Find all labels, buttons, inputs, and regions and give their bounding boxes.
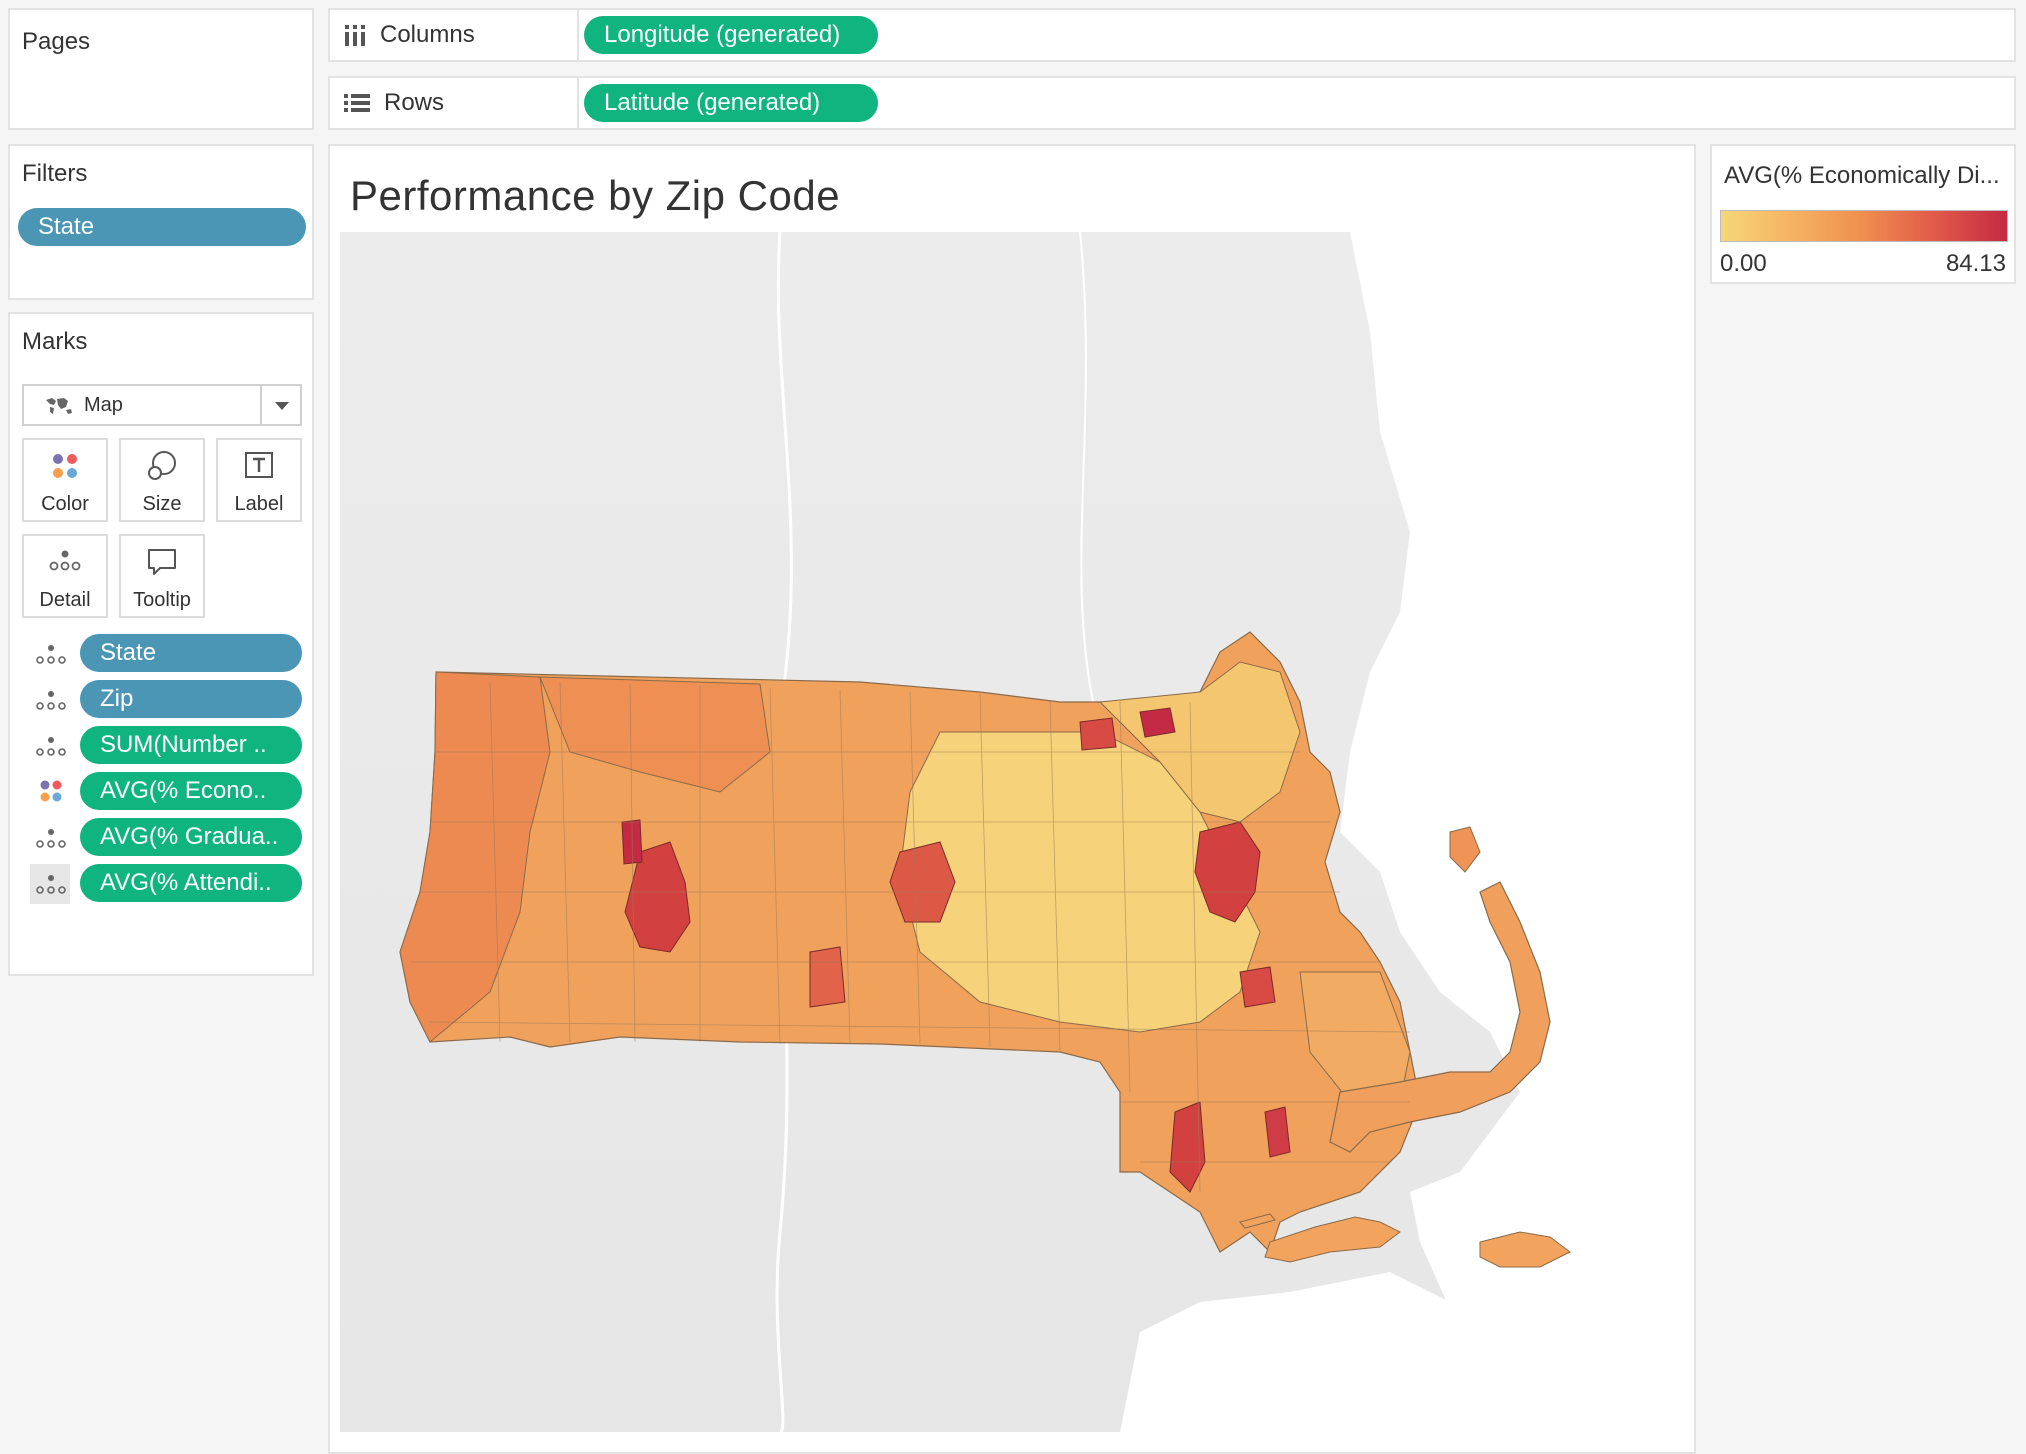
mark-type-label: Map bbox=[84, 394, 123, 416]
legend-min-label: 0.00 bbox=[1720, 250, 1767, 277]
columns-label: Columns bbox=[380, 21, 475, 48]
region-lawrence[interactable] bbox=[1139, 707, 1176, 738]
detail-icon bbox=[36, 875, 66, 894]
region-south-central[interactable] bbox=[809, 946, 846, 1008]
tooltip-button-label: Tooltip bbox=[133, 589, 191, 611]
marks-pill-avg-econ[interactable]: AVG(% Econo.. bbox=[80, 772, 302, 810]
filters-panel[interactable]: Filters State bbox=[8, 144, 314, 300]
color-icon bbox=[40, 780, 62, 802]
marks-pill-sum-number[interactable]: SUM(Number .. bbox=[80, 726, 302, 764]
region-brockton[interactable] bbox=[1239, 966, 1276, 1008]
legend-max-label: 84.13 bbox=[1945, 250, 2006, 277]
region-new-bedford[interactable] bbox=[1264, 1106, 1291, 1158]
legend-title: AVG(% Economically Di... bbox=[1724, 162, 2000, 189]
size-button[interactable]: Size bbox=[119, 438, 205, 522]
rows-pill-latitude[interactable]: Latitude (generated) bbox=[584, 84, 878, 122]
color-icon bbox=[53, 454, 77, 478]
detail-icon bbox=[36, 645, 66, 664]
marks-field-row[interactable]: SUM(Number .. bbox=[28, 726, 308, 766]
size-icon bbox=[148, 451, 176, 480]
label-button[interactable]: Label bbox=[216, 438, 302, 522]
chevron-down-icon[interactable] bbox=[274, 401, 290, 411]
marks-field-row[interactable]: AVG(% Gradua.. bbox=[28, 818, 308, 858]
marks-panel[interactable]: Marks Map Color Size Label Detail Toolti… bbox=[8, 312, 314, 976]
color-button[interactable]: Color bbox=[22, 438, 108, 522]
marks-field-row[interactable]: Zip bbox=[28, 680, 308, 720]
detail-icon bbox=[36, 691, 66, 710]
rows-label: Rows bbox=[384, 89, 445, 116]
rows-icon bbox=[344, 94, 370, 112]
filter-pill-state[interactable]: State bbox=[18, 208, 306, 246]
region-lowell[interactable] bbox=[1079, 717, 1117, 751]
detail-icon bbox=[36, 737, 66, 756]
viz-title: Performance by Zip Code bbox=[350, 172, 841, 219]
marks-pill-avg-attend[interactable]: AVG(% Attendi.. bbox=[80, 864, 302, 902]
label-button-label: Label bbox=[234, 493, 284, 515]
marks-field-row[interactable]: AVG(% Attendi.. bbox=[28, 864, 308, 904]
viz-panel[interactable]: Performance by Zip Code bbox=[328, 144, 1696, 1454]
legend-color-ramp bbox=[1720, 210, 2008, 242]
marks-pill-zip[interactable]: Zip bbox=[80, 680, 302, 718]
rows-shelf[interactable]: Rows Latitude (generated) bbox=[328, 76, 2016, 130]
tooltip-button[interactable]: Tooltip bbox=[119, 534, 205, 618]
marks-pill-state[interactable]: State bbox=[80, 634, 302, 672]
pages-panel[interactable]: Pages bbox=[8, 8, 314, 130]
detail-button[interactable]: Detail bbox=[22, 534, 108, 618]
text-label-icon bbox=[245, 452, 273, 478]
filters-title: Filters bbox=[22, 160, 88, 187]
detail-icon bbox=[49, 550, 81, 571]
marks-pill-avg-grad[interactable]: AVG(% Gradua.. bbox=[80, 818, 302, 856]
mark-type-dropdown[interactable]: Map bbox=[22, 384, 302, 426]
pages-title: Pages bbox=[22, 28, 91, 55]
marks-field-row[interactable]: State bbox=[28, 634, 308, 674]
map-view[interactable] bbox=[340, 232, 1684, 1432]
marks-field-row[interactable]: AVG(% Econo.. bbox=[28, 772, 308, 812]
marks-title: Marks bbox=[22, 328, 88, 355]
color-legend[interactable]: AVG(% Economically Di... 0.00 84.13 bbox=[1710, 144, 2016, 284]
tooltip-icon bbox=[148, 549, 176, 575]
map-icon bbox=[46, 398, 72, 414]
size-button-label: Size bbox=[142, 493, 182, 515]
detail-icon bbox=[36, 829, 66, 848]
columns-pill-longitude[interactable]: Longitude (generated) bbox=[584, 16, 878, 54]
columns-shelf[interactable]: Columns Longitude (generated) bbox=[328, 8, 2016, 62]
color-button-label: Color bbox=[41, 493, 89, 515]
detail-button-label: Detail bbox=[39, 589, 91, 611]
columns-icon bbox=[345, 25, 365, 46]
